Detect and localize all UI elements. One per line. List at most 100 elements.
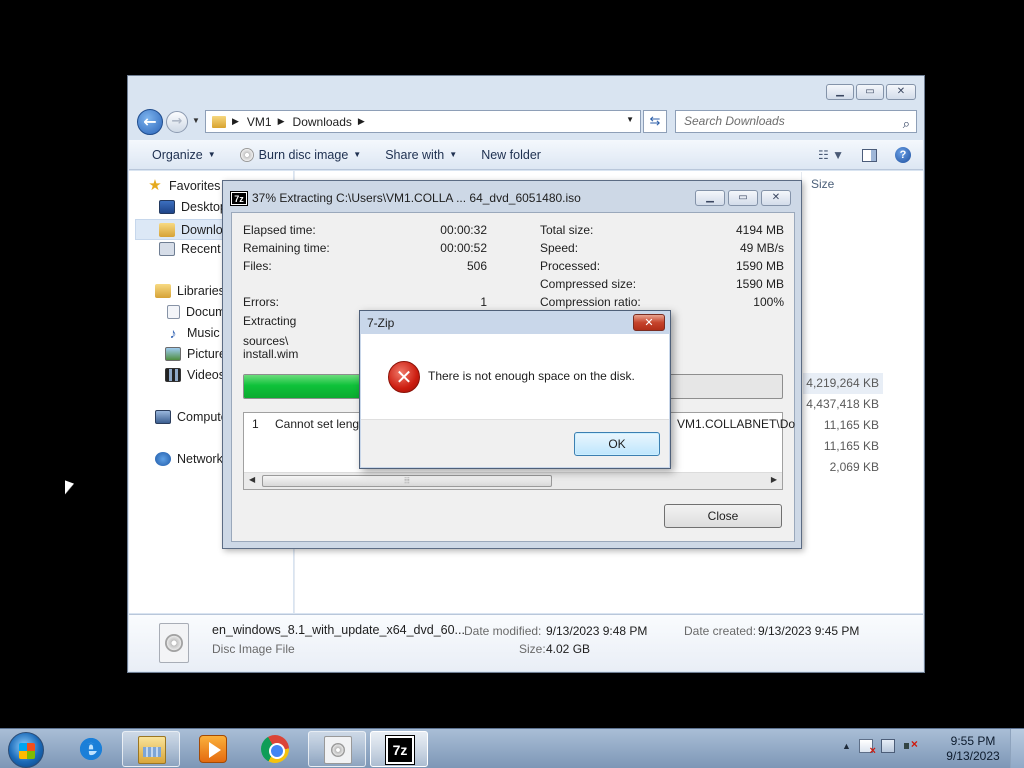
network-status-icon[interactable]	[880, 739, 895, 753]
address-row: ← → ▼ ▶ VM1 ▶ Downloads ▶ ▼ ⇆ Search Dow…	[136, 108, 917, 136]
error-icon: ✕	[388, 361, 420, 393]
date-modified-value: 9/13/2023 9:48 PM	[546, 624, 648, 638]
nav-label: Libraries	[177, 284, 225, 298]
errors-value: 1	[480, 295, 487, 309]
file-size[interactable]: 11,165 KB	[803, 415, 883, 436]
clock-date: 9/13/2023	[946, 749, 1000, 763]
7zip-icon: 7z	[385, 735, 415, 765]
taskbar-windows-explorer[interactable]	[122, 731, 180, 767]
disc-icon	[239, 147, 254, 162]
new-folder-button[interactable]: New folder	[481, 148, 541, 162]
nav-label: Favorites	[169, 179, 221, 193]
show-desktop-button[interactable]	[1010, 729, 1024, 768]
size-label: Size:	[519, 642, 546, 656]
back-button[interactable]: ←	[137, 109, 163, 135]
view-controls: ☷ ▼ ?	[818, 147, 911, 163]
taskbar-7zip[interactable]: 7z	[370, 731, 428, 767]
media-player-icon	[199, 735, 227, 763]
close-button[interactable]: ✕	[886, 84, 916, 100]
speed-value: 49 MB/s	[739, 241, 784, 255]
scrollbar-thumb[interactable]: ⦙⦙⦙	[262, 475, 552, 487]
processed-label: Processed:	[540, 259, 601, 273]
nav-desktop[interactable]: Desktop	[159, 200, 227, 214]
horizontal-scrollbar[interactable]: ◀ ⦙⦙⦙ ▶	[244, 472, 782, 489]
organize-button[interactable]: Organize ▼	[152, 148, 216, 162]
details-file-type: Disc Image File	[212, 642, 295, 656]
remaining-time-value: 00:00:52	[440, 241, 487, 255]
forward-button[interactable]: →	[166, 111, 188, 133]
taskbar-chrome[interactable]	[246, 731, 304, 767]
address-dropdown-icon[interactable]: ▼	[626, 115, 634, 124]
error-message: Cannot set length	[275, 417, 370, 431]
file-size[interactable]: 4,437,418 KB	[803, 394, 883, 415]
nav-music[interactable]: ♪ Music	[165, 326, 220, 340]
scroll-right-icon[interactable]: ▶	[771, 475, 777, 484]
chevron-down-icon: ▼	[353, 150, 362, 159]
taskbar-disc-image[interactable]	[308, 731, 366, 767]
refresh-icon: ⇆	[649, 113, 661, 128]
videos-icon	[165, 368, 181, 382]
column-header-size[interactable]: Size	[811, 177, 834, 191]
maximize-button[interactable]: ▭	[728, 190, 758, 206]
address-bar[interactable]: ▶ VM1 ▶ Downloads ▶ ▼	[205, 110, 641, 133]
close-dialog-button[interactable]: Close	[664, 504, 782, 528]
minimize-button[interactable]: ▁	[826, 84, 854, 100]
desktop-icon	[159, 200, 175, 214]
file-size[interactable]: 2,069 KB	[803, 457, 883, 478]
breadcrumb-vm1[interactable]: VM1	[247, 115, 272, 129]
nav-network[interactable]: Network	[155, 452, 223, 466]
breadcrumb-separator[interactable]: ▶	[278, 116, 285, 127]
taskbar-media-player[interactable]	[184, 731, 242, 767]
taskbar: e 7z ▲ 9:55 PM 9/13/2023	[0, 728, 1024, 768]
system-clock[interactable]: 9:55 PM 9/13/2023	[942, 734, 1004, 764]
nav-favorites[interactable]: ★ Favorites	[147, 177, 221, 194]
change-view-button[interactable]: ☷ ▼	[818, 148, 844, 162]
volume-muted-icon[interactable]	[903, 737, 918, 753]
remaining-time-label: Remaining time:	[243, 241, 330, 255]
help-icon[interactable]: ?	[895, 147, 911, 163]
search-icon[interactable]: ⌕	[903, 113, 910, 134]
search-placeholder: Search Downloads	[684, 114, 785, 128]
mouse-cursor-icon	[65, 480, 74, 498]
file-size[interactable]: 11,165 KB	[803, 436, 883, 457]
breadcrumb-separator[interactable]: ▶	[232, 116, 239, 127]
preview-pane-button[interactable]	[862, 148, 877, 162]
compression-ratio-label: Compression ratio:	[540, 295, 641, 309]
nav-libraries[interactable]: Libraries	[155, 284, 225, 298]
action-center-icon[interactable]	[858, 739, 876, 757]
size-column: 4,219,264 KB 4,437,418 KB 11,165 KB 11,1…	[803, 373, 883, 478]
close-icon: ✕	[644, 316, 654, 329]
dialog-title: 7z 37% Extracting C:\Users\VM1.COLLA ...…	[230, 190, 581, 206]
burn-disc-image-button[interactable]: Burn disc image ▼	[239, 147, 362, 162]
show-hidden-icons-button[interactable]: ▲	[842, 741, 851, 751]
processed-value: 1590 MB	[735, 259, 784, 273]
current-path-file: install.wim	[243, 347, 299, 361]
file-size[interactable]: 4,219,264 KB	[803, 373, 883, 394]
files-value: 506	[466, 259, 487, 273]
speed-label: Speed:	[540, 241, 579, 255]
breadcrumb-separator[interactable]: ▶	[358, 116, 365, 127]
nav-videos[interactable]: Videos	[165, 368, 225, 382]
nav-computer[interactable]: Computer	[155, 410, 232, 424]
share-label: Share with	[385, 147, 445, 162]
start-button[interactable]	[8, 732, 44, 768]
share-with-button[interactable]: Share with ▼	[385, 148, 457, 162]
total-size-value: 4194 MB	[735, 223, 784, 237]
errors-label: Errors:	[243, 295, 279, 309]
maximize-button[interactable]: ▭	[856, 84, 884, 100]
nav-label: Network	[177, 452, 223, 466]
scroll-left-icon[interactable]: ◀	[249, 475, 255, 484]
chrome-icon	[261, 735, 289, 763]
breadcrumb-downloads[interactable]: Downloads	[293, 115, 352, 129]
message-box-close-button[interactable]: ✕	[633, 314, 665, 331]
recent-pages-dropdown[interactable]: ▼	[192, 116, 200, 125]
taskbar-internet-explorer[interactable]: e	[62, 731, 120, 767]
message-box-title: 7-Zip	[367, 316, 395, 330]
ok-button[interactable]: OK	[574, 432, 660, 456]
minimize-button[interactable]: ▁	[695, 190, 725, 206]
refresh-button[interactable]: ⇆	[643, 110, 667, 133]
close-button[interactable]: ✕	[761, 190, 791, 206]
back-arrow-icon: ←	[143, 112, 157, 131]
search-input[interactable]: Search Downloads ⌕	[675, 110, 917, 133]
star-icon: ★	[148, 177, 162, 194]
